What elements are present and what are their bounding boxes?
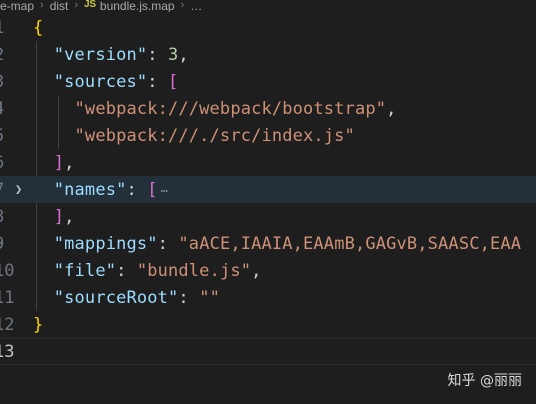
code-text: "mappings": "aACE,IAAIA,EAAmB,GAGvB,SAAS… [33,234,521,254]
code-text: { [33,18,43,38]
json-key: "names" [53,179,127,200]
line-number: 6 [0,153,4,173]
code-line-9[interactable]: 9 "mappings": "aACE,IAAIA,EAAmB,GAGvB,SA… [0,230,536,257]
bracket-close: ] [53,152,65,173]
breadcrumb-item-more[interactable]: … [190,0,202,12]
breadcrumb-item-file[interactable]: JS bundle.js.map [84,0,175,12]
line-number: 13 [0,341,15,362]
code-line-8[interactable]: 8 ], [0,203,536,230]
colon: : [178,287,200,308]
comma: , [251,260,262,281]
bracket-close: ] [53,206,65,227]
json-number: 3 [168,44,179,65]
bracket-open: [ [168,71,179,92]
line-number: 8 [0,207,4,227]
json-string: "aACE,IAAIA,EAAmB,GAGvB,SAASC,EAA [178,233,522,254]
chevron-right-icon: › [74,0,79,11]
code-text: "sources": [ [33,72,178,92]
code-line-3[interactable]: 3 "sources": [ [0,68,536,95]
colon: : [126,179,148,200]
breadcrumb: e-map › dist › JS bundle.js.map › … [0,0,536,12]
json-string: "" [199,287,220,308]
json-key: "version" [53,44,148,65]
code-text: "sourceRoot": "" [33,288,220,308]
line-number: 7 [0,180,4,200]
chevron-right-icon: › [180,0,185,11]
code-text: ], [33,153,75,173]
code-text: "webpack:///webpack/bootstrap", [33,98,397,119]
line-number: 3 [0,72,4,92]
line-number: 11 [0,287,15,308]
comma: , [64,152,75,173]
chevron-right-icon: › [40,0,44,11]
line-number: 5 [0,126,4,146]
code-line-10[interactable]: 10 "file": "bundle.js", [0,257,536,284]
code-line-12[interactable]: 12 } [0,311,536,338]
line-number: 12 [0,314,15,335]
code-line-11[interactable]: 11 "sourceRoot": "" [0,284,536,311]
comma: , [64,206,75,227]
line-number: 4 [0,99,4,119]
colon: : [116,260,137,281]
code-line-2[interactable]: 2 "version": 3, [0,41,536,68]
json-key: "sources" [53,71,148,92]
code-line-4[interactable]: 4 "webpack:///webpack/bootstrap", [0,95,536,122]
colon: : [147,44,169,65]
brace-open: { [33,17,44,38]
comma: , [386,98,397,119]
code-text: "webpack:///./src/index.js" [33,126,355,146]
code-text: ], [33,207,75,227]
javascript-file-icon: JS [84,0,96,10]
code-line-13[interactable]: 13 [0,338,536,365]
code-line-6[interactable]: 6 ], [0,149,536,176]
code-text: } [33,315,43,335]
brace-close: } [33,314,44,335]
colon: : [157,233,179,254]
line-number: 9 [0,234,4,254]
comma: , [178,44,189,65]
line-number: 2 [0,45,4,65]
code-editor[interactable]: 1 { 2 "version": 3, 3 "sources": [ 4 "we… [0,14,536,404]
code-text: "names": [… [33,180,168,200]
folded-region-ellipsis[interactable]: … [161,181,168,195]
chevron-right-icon[interactable]: ❯ [15,182,22,196]
bracket-open: [ [147,179,158,200]
line-number: 10 [0,260,15,281]
line-number: 1 [0,18,4,38]
json-key: "sourceRoot" [53,287,179,308]
breadcrumb-item-dist[interactable]: dist [50,0,69,12]
breadcrumb-file-label: bundle.js.map [99,0,175,12]
watermark: 知乎 @丽丽 [447,373,522,389]
breadcrumb-item-folder-e-map[interactable]: e-map [0,0,34,12]
json-string: "webpack:///webpack/bootstrap" [74,98,387,119]
colon: : [147,71,169,92]
code-text: "file": "bundle.js", [33,261,262,281]
json-key: "file" [53,260,117,281]
code-line-5[interactable]: 5 "webpack:///./src/index.js" [0,122,536,149]
code-line-1[interactable]: 1 { [0,14,536,41]
code-line-7[interactable]: 7 ❯ "names": [… [0,176,536,203]
json-string: "bundle.js" [136,260,252,281]
code-text: "version": 3, [33,45,189,65]
json-key: "mappings" [53,233,158,254]
json-string: "webpack:///./src/index.js" [74,125,355,146]
